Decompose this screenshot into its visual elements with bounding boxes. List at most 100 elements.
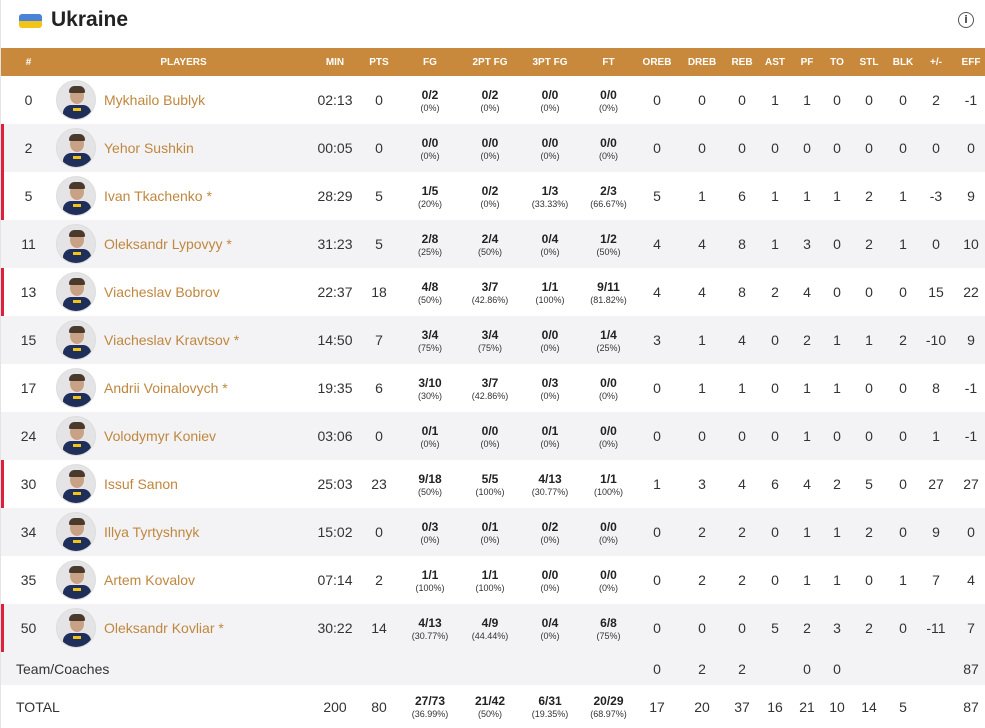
player-cell[interactable]: Viacheslav Bobrov [56,268,311,316]
player-name-link[interactable]: Artem Kovalov [104,572,195,588]
stat-blk: 0 [899,380,907,396]
player-row[interactable]: 35 Artem Kovalov 07:14 2 1/1 (100%) 1/1 (100%) 0… [1,556,985,604]
stat-fg2-pct: (50%) [477,246,502,257]
on-court-marker [1,460,4,508]
stat-blk: 1 [899,572,907,588]
player-avatar[interactable] [56,416,96,456]
stat-dreb: 0 [698,140,706,156]
stat-fg2-made: 5/5 [481,471,499,486]
column-header: TO [830,56,844,68]
player-row[interactable]: 17 Andrii Voinalovych * 19:35 6 3/10 (30%) 3/7… [1,364,985,412]
total-ast: 16 [767,698,783,715]
stat-blk: 0 [899,140,907,156]
player-avatar[interactable] [56,128,96,168]
stat-fg-pct: (0%) [420,102,440,113]
player-name-link[interactable]: Oleksandr Kovliar * [104,620,224,636]
player-avatar[interactable] [56,224,96,264]
player-avatar[interactable] [56,368,96,408]
player-row[interactable]: 0 Mykhailo Bublyk 02:13 0 0/2 (0%) 0/2 (0%) 0/0(… [1,76,985,124]
stat-fg3-pct: (0%) [540,630,560,641]
player-cell[interactable]: Artem Kovalov [56,556,311,604]
table-header-row: # PLAYERS MIN PTS FG 2PT FG 3PT FG FT OREB DREB RE… [1,48,985,76]
stat-fg: 0/0 (0%) [399,124,461,172]
stat-fg-made: 1/5 [421,183,439,198]
player-name-link[interactable]: Volodymyr Koniev [104,428,216,444]
stat-pf: 2 [803,620,811,636]
jersey-number-text: 13 [20,284,37,300]
stat-ft: 1/4 (25%) [581,316,636,364]
total-ft-pct: (68.97%) [590,709,627,719]
player-avatar[interactable] [56,80,96,120]
stat-stl: 0 [865,380,873,396]
player-name-link[interactable]: Illya Tyrtyshnyk [104,524,199,540]
player-avatar[interactable] [56,608,96,648]
stat-oreb: 0 [653,620,661,636]
player-cell[interactable]: Mykhailo Bublyk [56,76,311,124]
player-cell[interactable]: Andrii Voinalovych * [56,364,311,412]
player-name-link[interactable]: Viacheslav Kravtsov * [104,332,239,348]
player-row[interactable]: 13 Viacheslav Bobrov 22:37 18 4/8 (50%) 3/7 (42… [1,268,985,316]
player-name-link[interactable]: Yehor Sushkin [104,140,194,156]
stat-reb: 2 [738,524,746,540]
player-name-link[interactable]: Issuf Sanon [104,476,178,492]
player-row[interactable]: 11 Oleksandr Lypovyy * 31:23 5 2/8 (25%) 2/4 (5… [1,220,985,268]
stat-to: 1 [833,332,841,348]
player-row[interactable]: 24 Volodymyr Koniev 03:06 0 0/1 (0%) 0/0 (0%) 0/… [1,412,985,460]
stat-fg3: 0/3 (0%) [519,364,581,412]
column-header: PLAYERS [160,56,207,68]
player-name-link[interactable]: Ivan Tkachenko * [104,188,212,204]
on-court-marker [1,604,4,652]
player-cell[interactable]: Issuf Sanon [56,460,311,508]
player-avatar[interactable] [56,272,96,312]
player-row[interactable]: 30 Issuf Sanon 25:03 23 9/18 (50%) 5/5 (100%) 4/… [1,460,985,508]
stat-ft: 2/3 (66.67%) [581,172,636,220]
jersey-number: 5 [1,172,56,220]
stat-fg3: 0/0 (0%) [519,316,581,364]
stat-fg2: 1/1 (100%) [461,556,519,604]
player-avatar[interactable] [56,464,96,504]
player-name-link[interactable]: Andrii Voinalovych * [104,380,228,396]
player-row[interactable]: 50 Oleksandr Kovliar * 30:22 14 4/13 (30.77%)… [1,604,985,652]
column-header: FT [602,56,615,68]
stat-fg2-pct: (100%) [475,486,505,497]
player-cell[interactable]: Yehor Sushkin [56,124,311,172]
team-blk [886,652,920,685]
stat-fg: 3/4 (75%) [399,316,461,364]
column-header: 2PT FG [472,56,508,68]
stat-ast: 0 [771,380,779,396]
player-name-link[interactable]: Viacheslav Bobrov [104,284,220,300]
player-cell[interactable]: Illya Tyrtyshnyk [56,508,311,556]
stat-min: 07:14 [317,572,353,588]
stat-ast: 2 [771,284,779,300]
player-row[interactable]: 2 Yehor Sushkin 00:05 0 0/0 (0%) 0/0 (0%) 0/0 (0%… [1,124,985,172]
stat-fg2: 4/9 (44.44%) [461,604,519,652]
stat-oreb: 1 [653,476,661,492]
stat-dreb: 0 [698,620,706,636]
stat-ast: 0 [771,572,779,588]
team-reb: 2 [738,660,746,677]
stat-stl: 0 [865,572,873,588]
on-court-marker [1,268,4,316]
player-row[interactable]: 5 Ivan Tkachenko * 28:29 5 1/5 (20%) 0/2 (0%) 1/… [1,172,985,220]
player-cell[interactable]: Viacheslav Kravtsov * [56,316,311,364]
player-avatar[interactable] [56,176,96,216]
player-avatar[interactable] [56,512,96,552]
player-avatar[interactable] [56,320,96,360]
player-name-link[interactable]: Mykhailo Bublyk [104,92,205,108]
player-row[interactable]: 15 Viacheslav Kravtsov * 14:50 7 3/4 (75%) 3/4… [1,316,985,364]
player-avatar[interactable] [56,560,96,600]
on-court-marker [1,124,4,172]
stat-oreb: 3 [653,332,661,348]
player-cell[interactable]: Ivan Tkachenko * [56,172,311,220]
player-cell[interactable]: Oleksandr Lypovyy * [56,220,311,268]
stat-fg3: 0/0 (0%) [519,556,581,604]
stat-fg-made: 0/2 [421,87,439,102]
player-name-link[interactable]: Oleksandr Lypovyy * [104,236,232,252]
player-cell[interactable]: Oleksandr Kovliar * [56,604,311,652]
player-cell[interactable]: Volodymyr Koniev [56,412,311,460]
stat-pm: -10 [925,332,947,348]
player-row[interactable]: 34 Illya Tyrtyshnyk 15:02 0 0/3 (0%) 0/1 (0%) 0/… [1,508,985,556]
stat-min: 22:37 [317,284,353,300]
info-icon[interactable]: i [958,12,974,28]
stat-blk: 0 [899,620,907,636]
